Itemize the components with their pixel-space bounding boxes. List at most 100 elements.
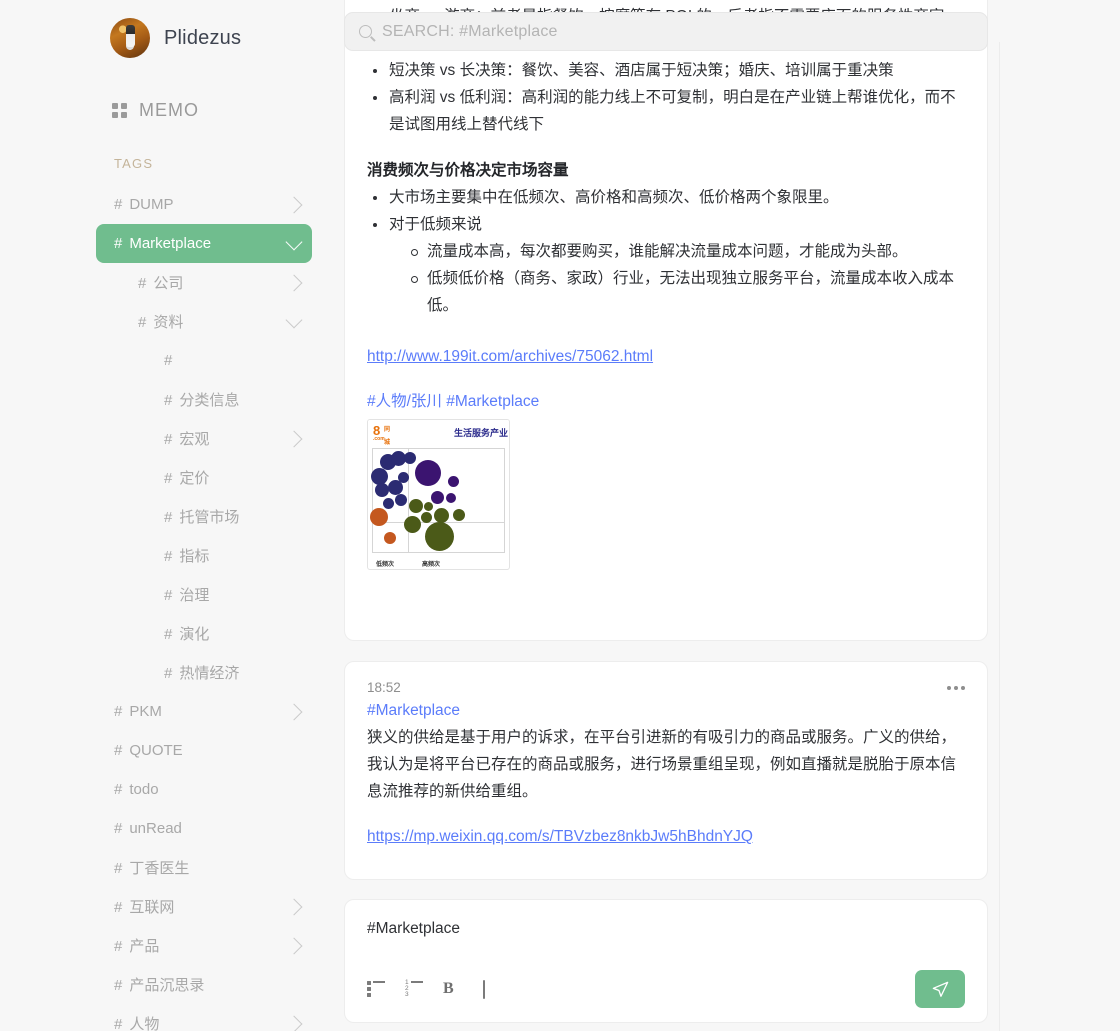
tag-references[interactable]: #人物/张川 #Marketplace [367,388,965,415]
sidebar-item-产品沉思录[interactable]: # 产品沉思录 [96,965,312,1004]
tag-reference[interactable]: #Marketplace [367,697,965,724]
sidebar-item-资料[interactable]: # 资料 [96,302,312,341]
hash-icon: # [114,742,123,759]
composer-panel[interactable]: #Marketplace 123 B [344,899,988,1023]
sidebar-item-PKM[interactable]: # PKM [96,692,312,731]
grid-icon [112,102,127,118]
sidebar-item-分类信息[interactable]: # 分类信息 [96,380,312,419]
section-title: 消费频次与价格决定市场容量 [367,162,569,179]
search-input[interactable]: SEARCH: #Marketplace [382,23,558,41]
sidebar-item-todo[interactable]: # todo [96,770,312,809]
sidebar-item-丁香医生[interactable]: # 丁香医生 [96,848,312,887]
chevron-down-icon[interactable] [285,233,303,250]
more-options-icon[interactable] [947,680,965,690]
chevron-right-icon[interactable] [285,703,303,720]
composer-input[interactable]: #Marketplace [367,920,965,938]
external-link[interactable]: http://www.199it.com/archives/75062.html [367,348,653,365]
sidebar-item-治理[interactable]: # 治理 [96,575,312,614]
chevron-right-icon[interactable] [285,1015,303,1031]
brand-name: Plidezus [164,26,242,49]
sidebar-item-演化[interactable]: # 演化 [96,614,312,653]
chevron-right-icon[interactable] [285,196,303,213]
chart-axis-label-left: 低频次 [376,562,395,568]
sidebar-item-指标[interactable]: # 指标 [96,536,312,575]
sidebar-item-QUOTE[interactable]: # QUOTE [96,731,312,770]
hash-icon: # [164,509,173,526]
sidebar-item-label: # 丁香医生 [114,857,189,878]
sidebar-item-label: # 公司 [138,272,183,293]
sidebar-item-label: # 资料 [138,311,183,332]
thumbnail-header: 8 同城 .com 生活服务产业 [368,420,509,446]
sidebar-item-label: # todo [114,781,159,798]
bold-icon[interactable]: B [443,981,461,997]
sidebar-item-宏观[interactable]: # 宏观 [96,419,312,458]
sidebar-item-label: # 分类信息 [164,389,239,410]
hash-icon: # [114,977,123,994]
brand-header[interactable]: Plidezus [0,0,336,62]
hash-icon: # [114,1016,123,1031]
sidebar-item-热情经济[interactable]: # 热情经济 [96,653,312,692]
sidebar-item-text: 公司 [153,275,184,292]
sidebar-item-text: 产品沉思录 [129,977,205,994]
sidebar-item-text: 资料 [153,314,184,331]
bullet-list-second: 大市场主要集中在低频次、高价格和高频次、低价格两个象限里。 对于低频来说 [367,184,965,238]
hash-icon: # [114,781,123,798]
memo-card[interactable]: 18:52 #Marketplace 狭义的供给是基于用户的诉求，在平台引进新的… [344,661,988,880]
sidebar-item-人物[interactable]: # 人物 [96,1004,312,1031]
sidebar-item-Marketplace[interactable]: # Marketplace [96,224,312,263]
sidebar-item-label: # QUOTE [114,742,183,759]
chevron-down-icon[interactable] [285,311,303,328]
sidebar-item-unRead[interactable]: # unRead [96,809,312,848]
sidebar: Plidezus MEMO TAGS # DUMP # Marketplace # 公司 #… [0,0,336,1031]
sidebar-item-label: # unRead [114,820,182,837]
avatar[interactable] [110,18,150,58]
numbered-list-icon[interactable]: 123 [405,979,423,998]
card-body-text: 狭义的供给是基于用户的诉求，在平台引进新的有吸引力的商品或服务。广义的供给，我认… [367,729,957,800]
sidebar-item-text: 热情经济 [179,665,240,682]
sidebar-item-DUMP[interactable]: # DUMP [96,185,312,224]
sidebar-item-text: 宏观 [179,431,210,448]
attachment-icon[interactable] [481,980,499,999]
sidebar-item-text: DUMP [129,196,174,213]
sidebar-item-互联网[interactable]: # 互联网 [96,887,312,926]
sidebar-item-label: # 治理 [164,584,209,605]
chevron-right-icon[interactable] [285,898,303,915]
thumbnail-logo: 8 同城 .com [373,423,391,446]
memo-label: MEMO [139,99,199,120]
chevron-right-icon[interactable] [285,937,303,954]
bullet-list-icon[interactable] [367,981,385,997]
hash-icon: # [164,665,173,682]
tags-header: TAGS [114,156,154,171]
list-item: 短决策 vs 长决策：餐饮、美容、酒店属于短决策；婚庆、培训属于重决策 [367,57,965,84]
sidebar-item-text: 定价 [179,470,210,487]
sidebar-item-label: # DUMP [114,196,174,213]
sidebar-item-产品[interactable]: # 产品 [96,926,312,965]
hash-icon: # [164,587,173,604]
send-button[interactable] [915,970,965,1008]
chevron-right-icon[interactable] [285,430,303,447]
sidebar-item-label: # 人物 [114,1013,159,1031]
memo-card[interactable]: 坐商 vs 游商：前者是指餐饮、按摩等有 POI 的。后者指不需要店面的服务性商… [344,0,988,641]
sidebar-item-text: PKM [129,703,162,720]
search-bar[interactable]: SEARCH: #Marketplace [344,12,988,51]
sidebar-item-托管市场[interactable]: # 托管市场 [96,497,312,536]
timestamp: 18:52 [367,680,401,695]
attached-image-thumbnail[interactable]: 8 同城 .com 生活服务产业 低频次 高频次 [367,419,510,570]
sidebar-item-定价[interactable]: # 定价 [96,458,312,497]
list-item: 对于低频来说 [367,211,965,238]
hash-icon: # [114,899,123,916]
external-link[interactable]: https://mp.weixin.qq.com/s/TBVzbez8nkbJw… [367,828,753,845]
sidebar-item-公司[interactable]: # 公司 [96,263,312,302]
send-icon [932,981,948,997]
hash-icon: # [164,392,173,409]
format-tools: 123 B [367,979,499,999]
sidebar-item-blank[interactable]: # [96,341,312,380]
hash-icon: # [114,860,123,877]
hash-icon: # [114,703,123,720]
hash-icon: # [114,938,123,955]
tag-list: # DUMP # Marketplace # 公司 # 资料 # # 分类信息 # 宏观 # 定价 # 托管市场… [0,185,336,1031]
chevron-right-icon[interactable] [285,274,303,291]
sidebar-item-memo[interactable]: MEMO [0,86,336,134]
sidebar-item-label: # 指标 [164,545,209,566]
chart-axis-label-right: 高频次 [422,562,441,568]
